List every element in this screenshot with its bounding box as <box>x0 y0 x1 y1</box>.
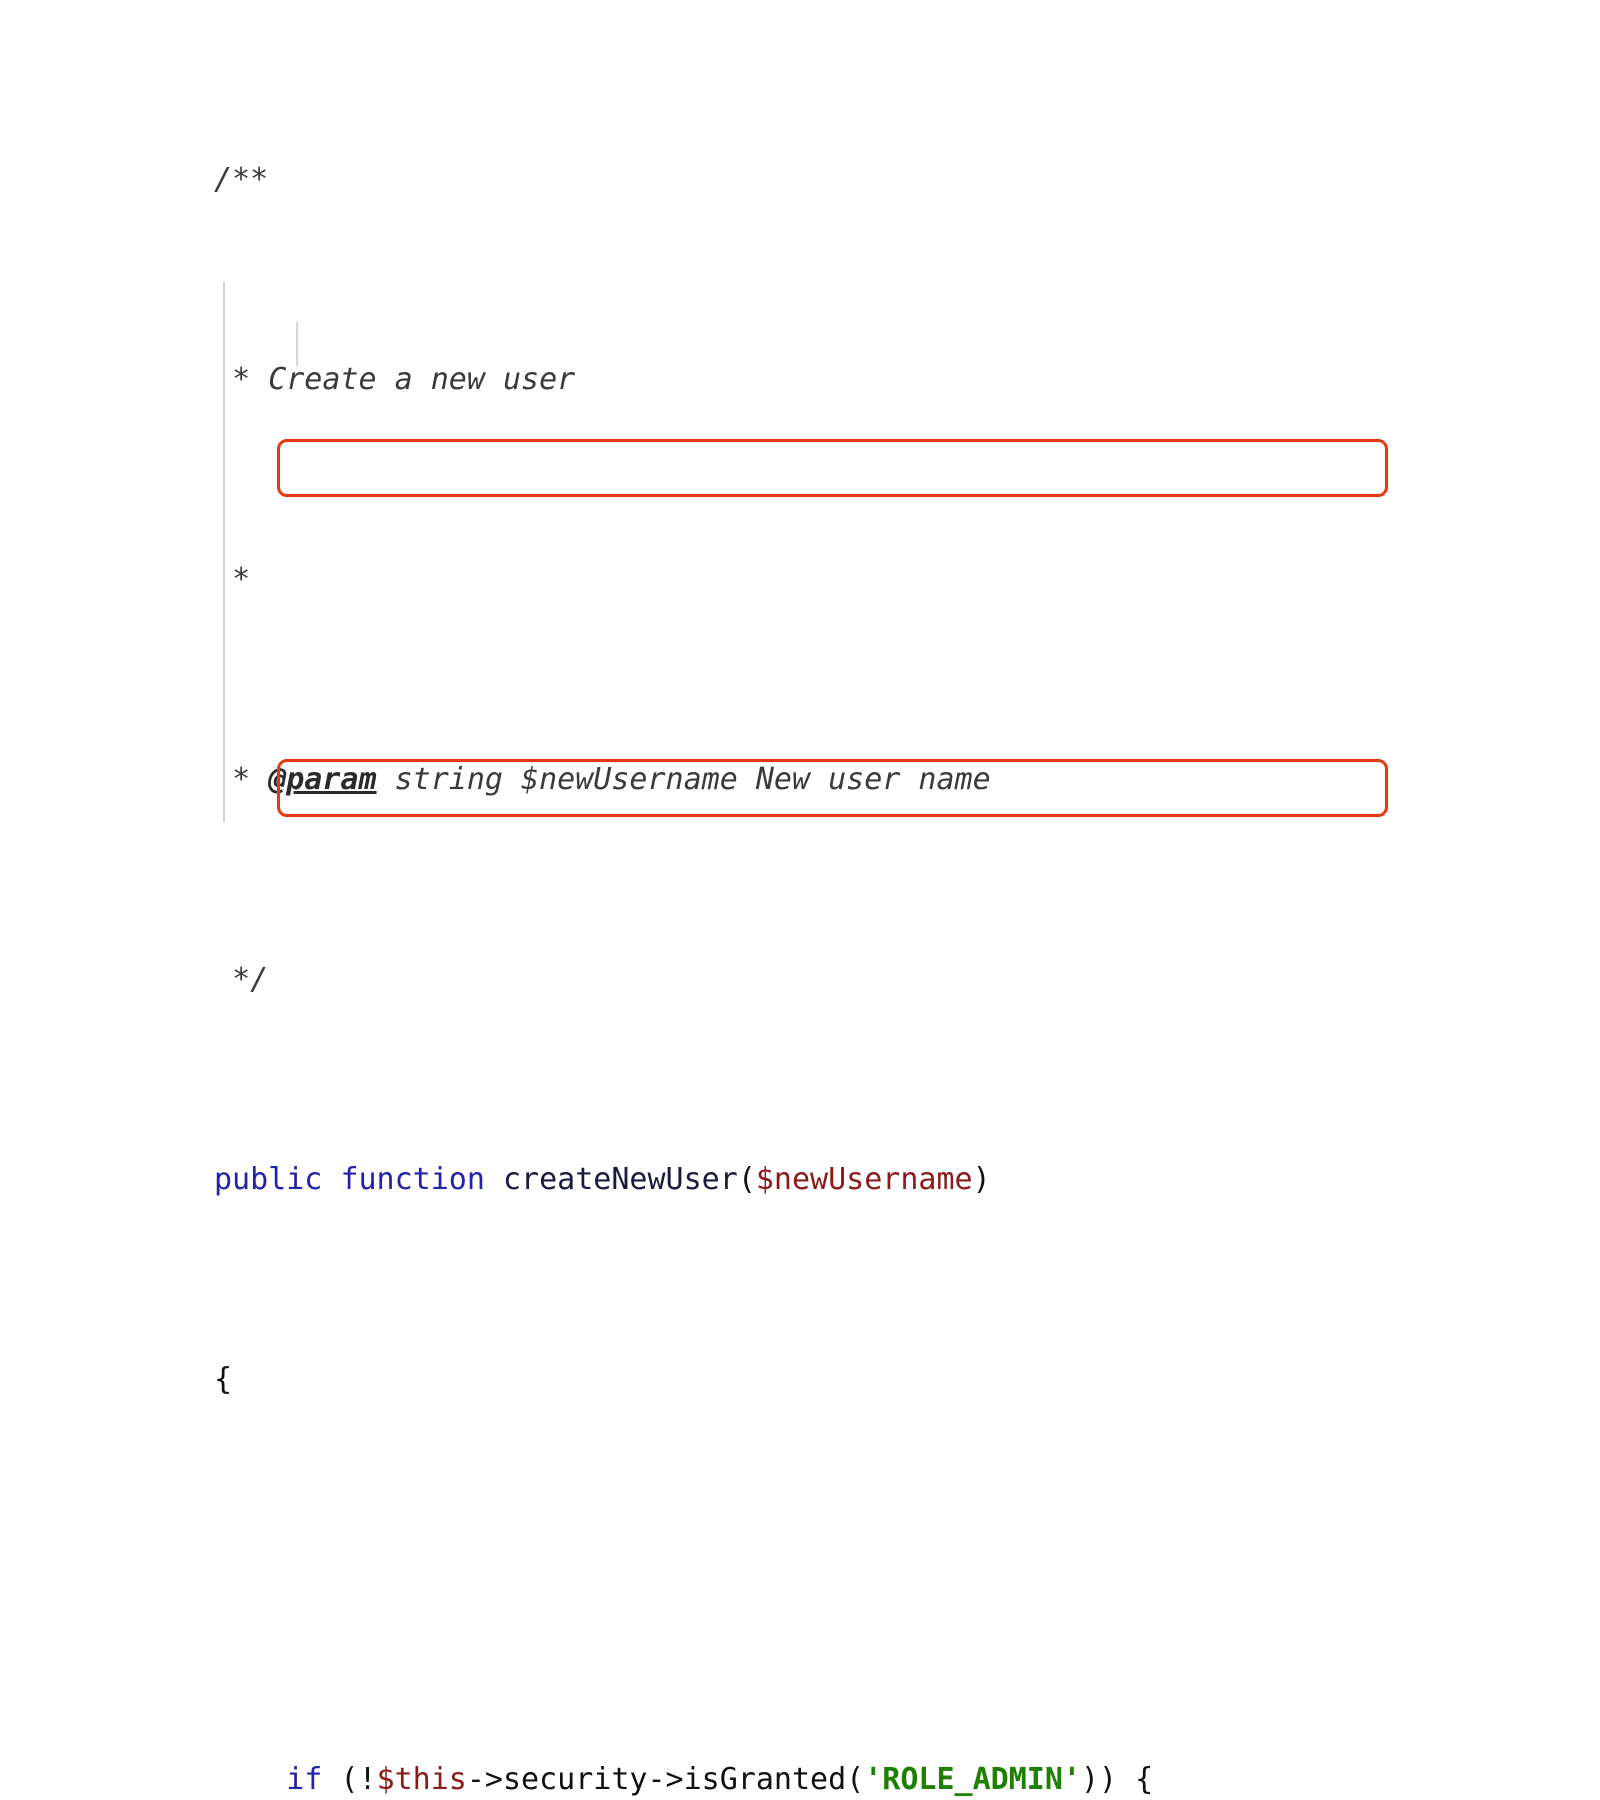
open-brace-token: { <box>1135 1762 1154 1797</box>
docblock-close-token: */ <box>232 962 269 997</box>
code-line-docblock-summary: * Create a new user <box>214 360 1334 400</box>
docblock-star: * <box>232 762 251 797</box>
docblock-param-description: string $newUsername New user name <box>394 762 991 797</box>
docblock-param-tag: @param <box>268 762 377 797</box>
docblock-star: * <box>232 562 251 597</box>
code-content[interactable]: /** * Create a new user * * @param strin… <box>214 0 1334 1800</box>
code-line-blank-1 <box>214 1560 1334 1600</box>
keyword-public: public <box>214 1162 323 1197</box>
code-line-if-guard: if (!$this->security->isGranted('ROLE_AD… <box>286 1762 1154 1797</box>
variable-this: $this <box>376 1762 467 1797</box>
keyword-function: function <box>340 1162 485 1197</box>
docblock-open-token: /** <box>214 162 269 197</box>
open-brace-token: { <box>214 1362 233 1397</box>
docblock-summary-text: Create a new user <box>268 362 576 397</box>
keyword-if: if <box>286 1762 323 1797</box>
param-newusername: $newUsername <box>755 1162 973 1197</box>
code-line-docblock-param: * @param string $newUsername New user na… <box>214 760 1334 800</box>
docblock-star: * <box>232 362 251 397</box>
function-name-createnewuser: createNewUser <box>503 1162 738 1197</box>
code-editor-view: /** * Create a new user * * @param strin… <box>0 0 1600 1797</box>
code-line-docblock-close: */ <box>214 960 1334 1000</box>
code-line-docblock-open: /** <box>214 160 1334 200</box>
code-line-signature: public function createNewUser($newUserna… <box>214 1162 991 1197</box>
code-line-docblock-blank: * <box>214 560 1334 600</box>
code-line-body-open-brace: { <box>214 1360 1334 1400</box>
string-role-admin: 'ROLE_ADMIN' <box>864 1762 1081 1797</box>
